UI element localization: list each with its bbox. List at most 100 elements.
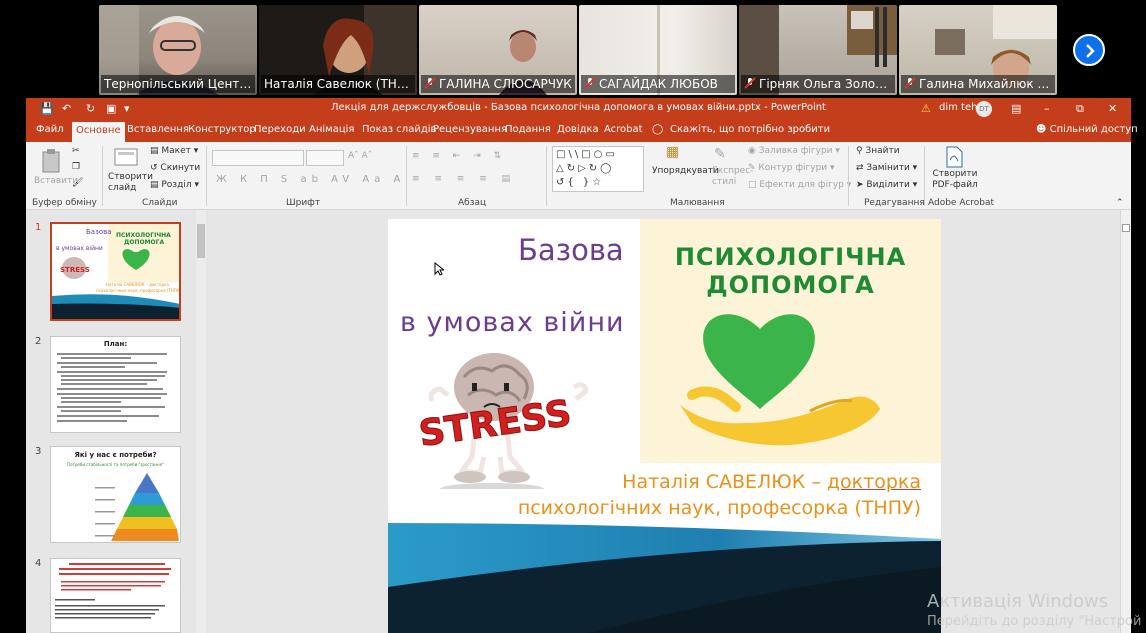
select-button[interactable]: ➤ Виділити ▾ [856, 180, 917, 190]
editor-scrollbar[interactable] [1120, 210, 1131, 633]
quick-styles-button[interactable]: Експрес-стилі [712, 166, 753, 188]
slide-thumbnail-4[interactable] [50, 558, 181, 633]
shape-icons: ↺{ }☆ [556, 177, 605, 188]
stress-brain-illustration: STRESS [416, 353, 588, 489]
video-tile-1[interactable]: Тернопільський Центр ... [99, 5, 257, 95]
tab-insert[interactable]: Вставлення [127, 124, 189, 135]
tell-me-search[interactable]: Скажіть, що потрібно зробити [670, 124, 830, 135]
divider [206, 146, 207, 206]
svg-text:Базова: Базова [86, 228, 112, 236]
person-icon: ☻ [1036, 124, 1050, 135]
align-icons[interactable]: ≡ ≡ ≡ ≡ ▤ [412, 174, 516, 184]
replace-button[interactable]: ⇄ Замінити ▾ [856, 163, 917, 173]
tab-design[interactable]: Конструктор [188, 124, 256, 135]
shape-fill-button[interactable]: ◉ Заливка фігури ▾ [748, 146, 840, 156]
video-tile-4[interactable]: САГАЙДАК ЛЮБОВ [579, 5, 737, 95]
video-tile-2[interactable]: Наталія Савелюк (ТНПУ) [259, 5, 417, 95]
slide-number: 4 [35, 558, 42, 569]
scrollbar-thumb[interactable] [1122, 224, 1130, 232]
font-size-dropdown[interactable] [306, 150, 344, 166]
slide-thumbnail-image: Базова в умовах війни ПСИХОЛОГІЧНА ДОПОМ… [52, 224, 179, 319]
arrange-icon[interactable]: ▦ [666, 144, 679, 160]
maximize-icon[interactable]: ⧉ [1076, 102, 1084, 116]
author-line-1: Наталія САВЕЛЮК – докторка [622, 471, 921, 493]
heart-hand-illustration [680, 314, 880, 446]
tab-help[interactable]: Довідка [557, 124, 599, 135]
warning-icon: ⚠ [921, 102, 931, 115]
thumbnails-scrollbar[interactable] [196, 210, 206, 633]
find-button[interactable]: ⚲ Знайти [856, 146, 900, 156]
shape-effects-button[interactable]: □ Ефекти для фігур ▾ [748, 180, 851, 190]
slide-thumbnail-3[interactable]: Які у нас є потреби? Потреби стабільност… [50, 446, 181, 543]
windows-activation-hint: Перейдіть до розділу "Настрой [927, 614, 1142, 629]
pdf-icon[interactable] [944, 146, 964, 168]
grow-font-icon[interactable]: Aˆ Aˇ [348, 151, 372, 161]
mic-muted-icon [904, 77, 916, 89]
close-icon[interactable]: ✕ [1108, 102, 1117, 115]
copy-icon[interactable]: ❐ [72, 162, 80, 172]
tab-animations[interactable]: Анімація [309, 124, 354, 135]
slide-title-part-2: в умовах війни [400, 307, 625, 338]
participant-name: Гірняк Ольга Золото... [741, 75, 895, 93]
next-participants-button[interactable] [1073, 34, 1105, 66]
video-tile-6[interactable]: Галина Михайлюк В... [899, 5, 1057, 95]
reset-button[interactable]: ↺ Скинути [150, 163, 200, 173]
tab-home[interactable]: Основне [72, 122, 125, 142]
quick-styles-icon[interactable]: ✎ [714, 146, 726, 162]
thumbnail-title: Які у нас є потреби? [74, 451, 157, 459]
font-family-dropdown[interactable] [212, 150, 304, 166]
ribbon-display-options-icon[interactable]: ▤ [1011, 102, 1021, 115]
video-tile-3[interactable]: ГАЛИНА СЛЮСАРЧУК [419, 5, 577, 95]
mic-muted-icon [744, 77, 756, 89]
group-label-slides: Слайди [142, 198, 178, 208]
divider [102, 146, 103, 206]
paint-bucket-icon: ◉ [748, 146, 759, 156]
current-slide[interactable]: ПСИХОЛОГІЧНА ДОПОМОГА Базова в умовах ві… [388, 219, 941, 633]
paste-icon[interactable] [40, 148, 62, 174]
shape-icons: △↻▷↻◯ [556, 163, 615, 174]
shapes-gallery[interactable]: □\\□○▭ △↻▷↻◯ ↺{ }☆ [552, 146, 644, 192]
tab-view[interactable]: Подання [505, 124, 551, 135]
slide-thumbnail-1[interactable]: Базова в умовах війни ПСИХОЛОГІЧНА ДОПОМ… [50, 222, 181, 321]
scrollbar-thumb[interactable] [197, 224, 205, 258]
tab-transitions[interactable]: Переходи [254, 124, 306, 135]
divider [406, 146, 407, 206]
tab-slideshow[interactable]: Показ слайдів [362, 124, 436, 135]
participant-name: Тернопільський Центр ... [101, 75, 255, 93]
tab-acrobat[interactable]: Acrobat [604, 124, 643, 135]
tab-file[interactable]: Файл [36, 124, 64, 135]
format-painter-icon[interactable]: 🖌 [72, 178, 83, 188]
replace-icon: ⇄ [856, 163, 867, 173]
reset-icon: ↺ [150, 163, 161, 173]
minimize-icon[interactable]: – [1044, 102, 1050, 115]
new-slide-button[interactable]: Створити слайд [108, 172, 153, 194]
title-bar: 💾 ↶ ↻ ▣ ▾ Лекція для держслужбовців - Ба… [26, 98, 1131, 120]
section-button[interactable]: ▤ Розділ ▾ [150, 180, 199, 190]
participant-name: ГАЛИНА СЛЮСАРЧУК [421, 75, 575, 93]
share-button[interactable]: ☻ Спільний доступ [1036, 124, 1138, 135]
mic-muted-icon [424, 77, 436, 89]
thumbnail-title: План: [103, 340, 128, 348]
slide-number: 2 [35, 336, 42, 347]
arrange-button[interactable]: Упорядкувати [652, 166, 719, 176]
tab-review[interactable]: Рецензування [433, 124, 507, 135]
title-panel: ПСИХОЛОГІЧНА ДОПОМОГА [640, 219, 941, 463]
create-pdf-button[interactable]: Створити PDF-файл [932, 169, 978, 191]
cut-icon[interactable]: ✂ [72, 146, 80, 156]
group-label-editing: Редагування [864, 198, 925, 208]
video-tile-5[interactable]: Гірняк Ольга Золото... [739, 5, 897, 95]
user-avatar[interactable]: DT [976, 101, 992, 117]
shape-outline-button[interactable]: ✎ Контур фігури ▾ [748, 163, 835, 173]
collapse-ribbon-icon[interactable]: ⌃ [1116, 198, 1124, 208]
author-line-2: психологічних наук, професорка (ТНПУ) [517, 497, 921, 519]
svg-text:STRESS: STRESS [60, 266, 90, 274]
user-name[interactable]: dim teh [939, 102, 977, 113]
layout-button[interactable]: ▤ Макет ▾ [150, 146, 198, 156]
group-label-font: Шрифт [286, 198, 321, 208]
list-icons[interactable]: ≡ ≡ ⇤ ⇥ ⇅ [412, 151, 506, 161]
new-slide-icon[interactable] [114, 147, 140, 169]
font-style-icons[interactable]: Ж К П S ab AV Aa A [216, 174, 405, 185]
divider [924, 146, 925, 206]
divider [546, 146, 547, 206]
slide-thumbnail-2[interactable]: План: [50, 336, 181, 433]
